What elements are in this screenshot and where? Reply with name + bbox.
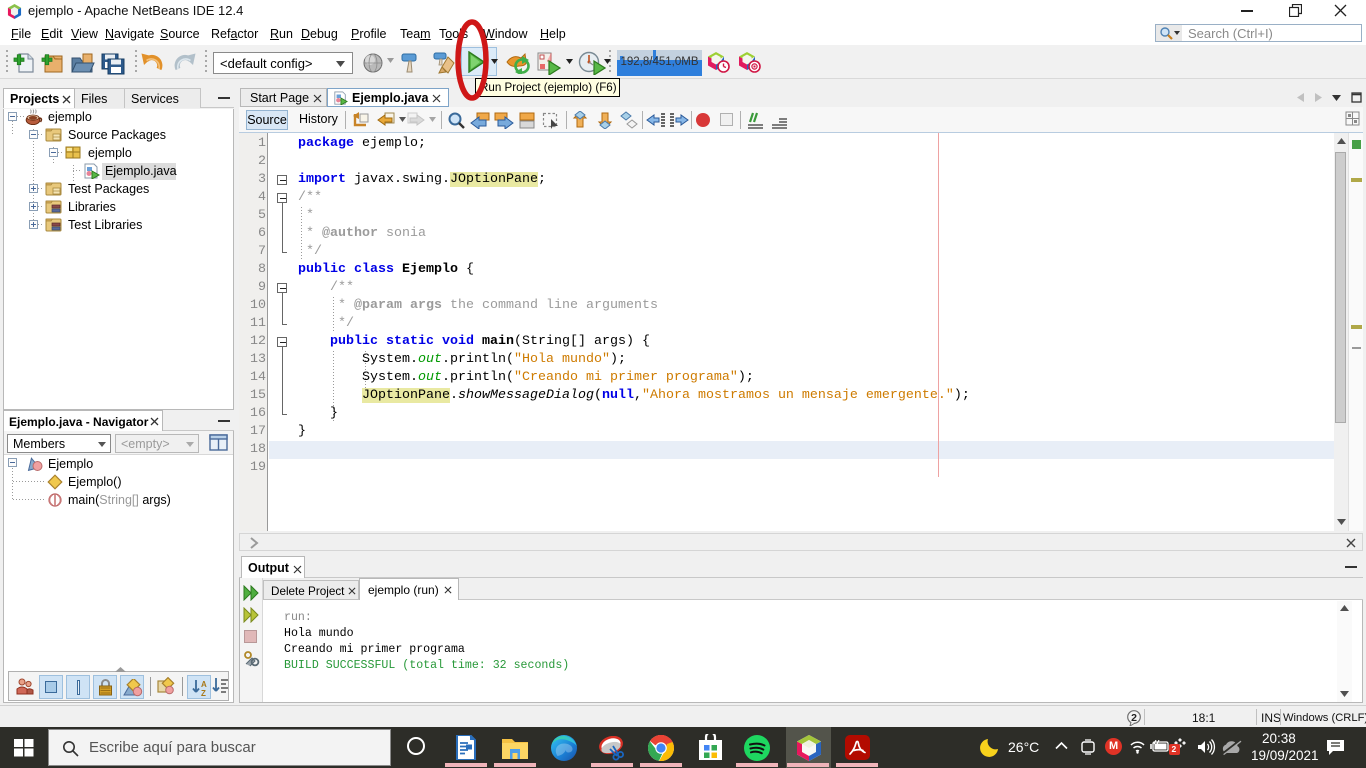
svg-text:A: A [201,680,207,689]
svg-text:2: 2 [1131,712,1137,724]
svg-text:Z: Z [201,689,206,697]
